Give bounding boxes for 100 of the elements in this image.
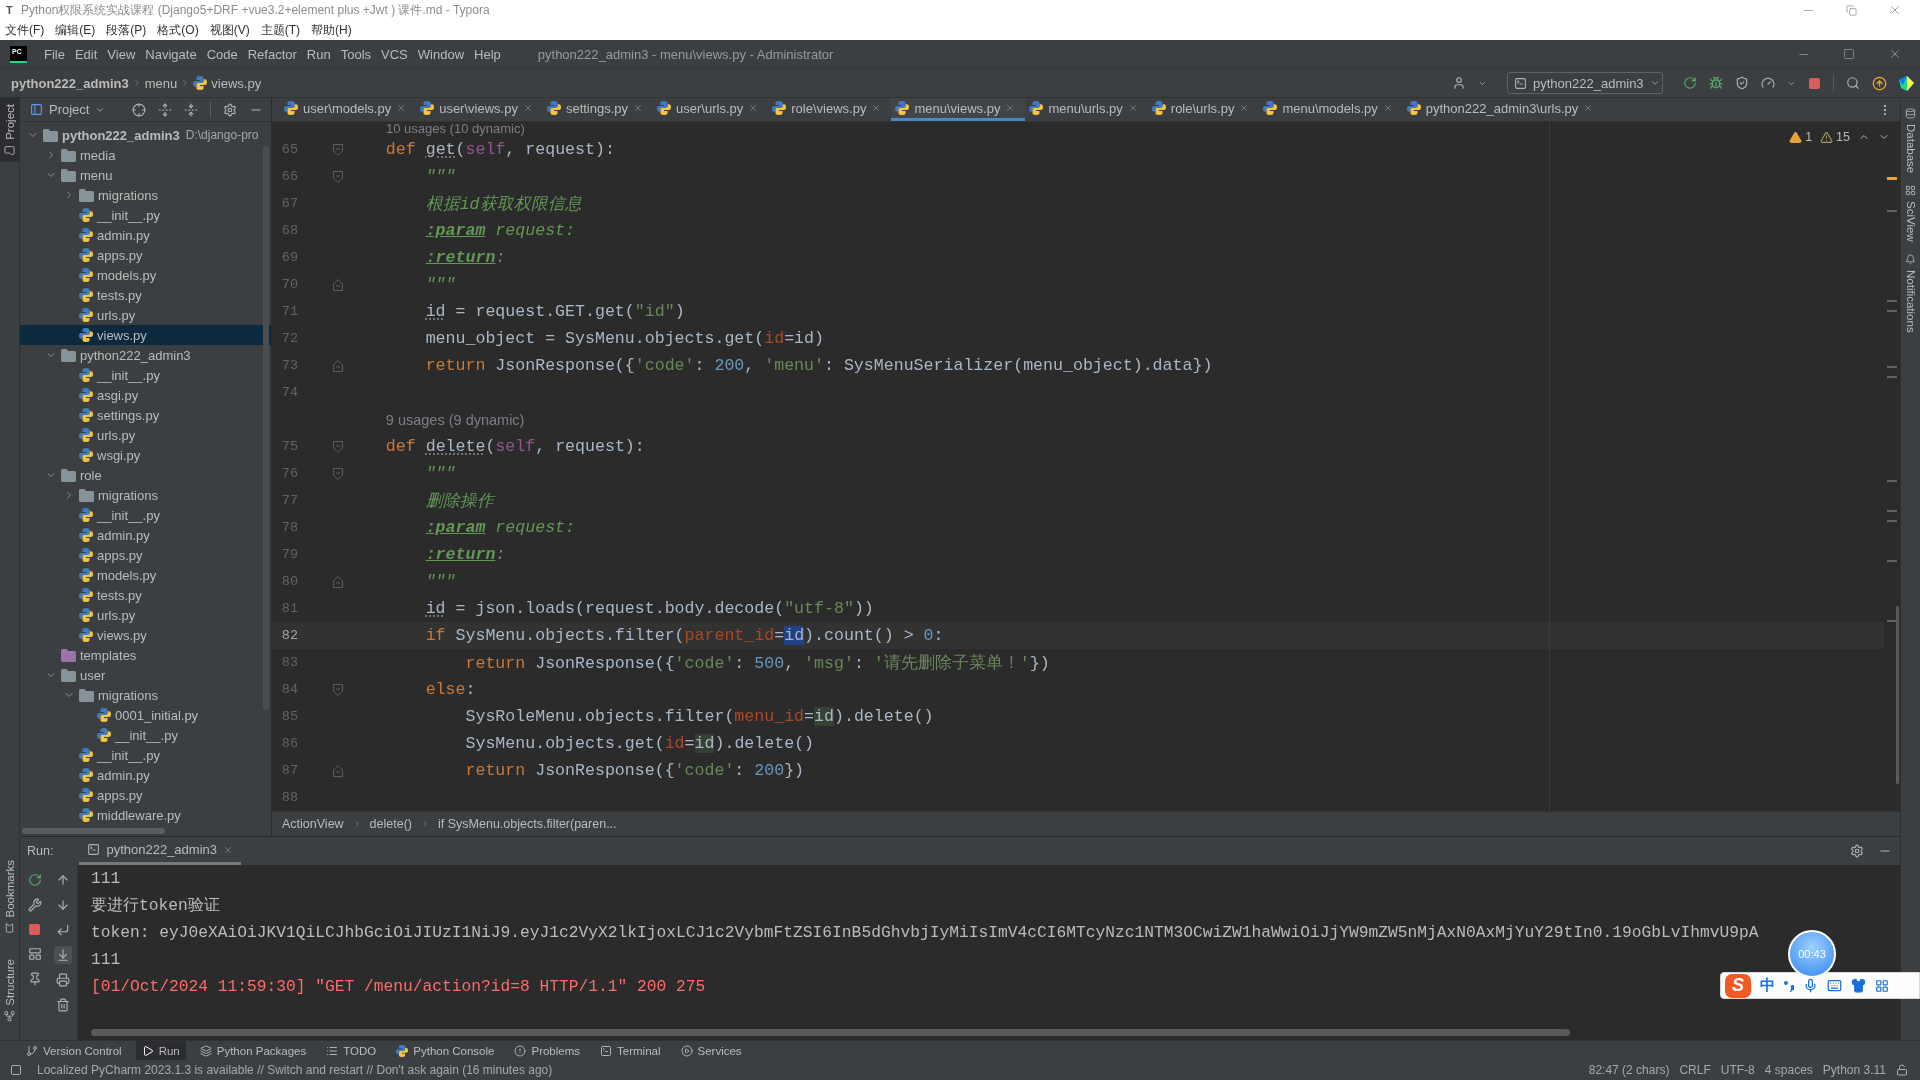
tree-item[interactable]: asgi.py bbox=[20, 385, 271, 405]
tool-tab[interactable]: Python Console bbox=[390, 1041, 501, 1060]
search-icon[interactable] bbox=[1846, 76, 1860, 90]
shirt-icon[interactable] bbox=[1851, 978, 1866, 993]
tree-item[interactable]: media bbox=[20, 145, 271, 165]
tree-item[interactable]: migrations bbox=[20, 485, 271, 505]
logo-icon[interactable] bbox=[1899, 75, 1914, 91]
fold-marker-icon[interactable] bbox=[333, 683, 343, 696]
tree-item[interactable]: migrations bbox=[20, 685, 271, 705]
close-icon[interactable] bbox=[871, 103, 882, 113]
settings-icon[interactable] bbox=[1850, 844, 1864, 858]
breadcrumb[interactable]: views.py bbox=[193, 75, 262, 91]
menubar-item[interactable]: 格式(O) bbox=[157, 21, 199, 39]
breadcrumb[interactable]: python222_admin3 bbox=[11, 75, 129, 91]
update-icon[interactable] bbox=[1872, 75, 1887, 91]
close-icon[interactable] bbox=[1239, 103, 1250, 113]
keyboard-icon[interactable] bbox=[1827, 978, 1842, 993]
tree-item[interactable]: views.py bbox=[20, 625, 271, 645]
arrow-down-icon[interactable] bbox=[56, 898, 70, 912]
fold-marker-icon[interactable] bbox=[333, 467, 343, 480]
tree-item[interactable]: settings.py bbox=[20, 405, 271, 425]
scroll-to-end-toggle[interactable] bbox=[54, 946, 72, 964]
menubar-item[interactable]: 段落(P) bbox=[106, 21, 147, 39]
editor-tab[interactable]: python222_admin3\urls.py bbox=[1402, 98, 1604, 121]
editor-tab[interactable]: menu\urls.py bbox=[1025, 98, 1148, 121]
tree-item[interactable]: views.py bbox=[20, 325, 271, 345]
close-icon[interactable] bbox=[396, 103, 407, 113]
editor-tab[interactable]: settings.py bbox=[542, 98, 654, 121]
status-widget[interactable]: Python 3.11 bbox=[1822, 1063, 1886, 1077]
tree-item[interactable]: tests.py bbox=[20, 285, 271, 305]
crosshair-icon[interactable] bbox=[132, 102, 146, 117]
tool-window-tab[interactable]: Project bbox=[0, 98, 19, 162]
shield-icon[interactable] bbox=[1735, 76, 1749, 90]
warning-count[interactable]: 15 bbox=[1820, 130, 1850, 144]
menubar-item[interactable]: Code bbox=[206, 46, 238, 62]
tree-item[interactable]: models.py bbox=[20, 565, 271, 585]
stop-icon[interactable] bbox=[28, 923, 41, 936]
tool-tab[interactable]: Run bbox=[135, 1041, 186, 1060]
tree-item[interactable]: python222_admin3 bbox=[20, 345, 271, 365]
input-mode-toggle[interactable]: 中 bbox=[1760, 976, 1775, 995]
tree-item[interactable]: apps.py bbox=[20, 545, 271, 565]
menubar-item[interactable]: VCS bbox=[381, 46, 408, 62]
tree-item[interactable]: tests.py bbox=[20, 585, 271, 605]
fold-marker-icon[interactable] bbox=[333, 143, 343, 156]
wrench-icon[interactable] bbox=[27, 898, 42, 912]
close-icon[interactable] bbox=[522, 103, 533, 113]
tool-tab[interactable]: Problems bbox=[508, 1041, 587, 1060]
menubar-item[interactable]: 文件(F) bbox=[5, 21, 45, 39]
tree-item[interactable]: middleware.py bbox=[20, 805, 271, 825]
tree-item[interactable]: admin.py bbox=[20, 225, 271, 245]
close-icon[interactable] bbox=[223, 844, 233, 855]
expand-icon[interactable] bbox=[158, 102, 172, 117]
tree-item[interactable]: 0001_initial.py bbox=[20, 705, 271, 725]
ime-logo[interactable]: S bbox=[1725, 973, 1751, 998]
tree-item[interactable]: urls.py bbox=[20, 305, 271, 325]
tree-item[interactable]: __init__.py bbox=[20, 365, 271, 385]
tool-tab[interactable]: Services bbox=[674, 1041, 748, 1060]
editor-tab[interactable]: menu\views.py bbox=[891, 98, 1026, 121]
tree-item[interactable]: urls.py bbox=[20, 605, 271, 625]
menubar-item[interactable]: Window bbox=[417, 46, 465, 62]
tree-item[interactable]: admin.py bbox=[20, 765, 271, 785]
scrollbar-thumb[interactable] bbox=[263, 146, 269, 710]
tool-window-tab[interactable]: Notifications bbox=[1901, 247, 1920, 339]
tool-tab[interactable]: Version Control bbox=[20, 1041, 128, 1060]
stop-icon[interactable] bbox=[1808, 76, 1821, 90]
fold-marker-icon[interactable] bbox=[333, 440, 343, 453]
status-widget[interactable]: CRLF bbox=[1679, 1063, 1711, 1077]
tree-item[interactable]: python222_admin3 D:\django-pro bbox=[20, 125, 271, 145]
close-icon[interactable] bbox=[633, 103, 644, 113]
run-config-dropdown[interactable]: python222_admin3 bbox=[1507, 72, 1663, 94]
menubar-item[interactable]: Edit bbox=[74, 46, 98, 62]
menubar-item[interactable]: 视图(V) bbox=[209, 21, 250, 39]
tool-tab[interactable]: TODO bbox=[320, 1041, 383, 1060]
tree-item[interactable]: menu bbox=[20, 165, 271, 185]
tree-item[interactable]: models.py bbox=[20, 265, 271, 285]
maximize-icon[interactable] bbox=[1843, 48, 1855, 60]
tool-tab[interactable]: Python Packages bbox=[193, 1041, 313, 1060]
tree-item[interactable]: apps.py bbox=[20, 245, 271, 265]
rerun-icon[interactable] bbox=[27, 873, 42, 887]
editor-tab[interactable]: user\views.py bbox=[416, 98, 543, 121]
tree-item[interactable]: admin.py bbox=[20, 525, 271, 545]
usages-hint[interactable]: 9 usages (9 dynamic) bbox=[385, 411, 525, 428]
fold-marker-icon[interactable] bbox=[333, 278, 343, 291]
tree-item[interactable]: templates bbox=[20, 645, 271, 665]
tree-item[interactable]: __init__.py bbox=[20, 745, 271, 765]
menubar-item[interactable]: View bbox=[107, 46, 136, 62]
editor-tab[interactable]: menu\models.py bbox=[1259, 98, 1403, 121]
breadcrumb[interactable]: delete() bbox=[369, 817, 412, 831]
editor-tab[interactable]: role\views.py bbox=[768, 98, 892, 121]
microphone-icon[interactable] bbox=[1803, 978, 1818, 993]
editor-tab[interactable]: user\models.py bbox=[280, 98, 417, 121]
scrollbar-thumb[interactable] bbox=[91, 1029, 1570, 1036]
close-icon[interactable] bbox=[1888, 47, 1902, 61]
trash-icon[interactable] bbox=[56, 998, 70, 1012]
tree-item[interactable]: migrations bbox=[20, 185, 271, 205]
tool-window-tab[interactable]: Database bbox=[1901, 102, 1920, 180]
restore-icon[interactable] bbox=[1846, 4, 1857, 16]
close-icon[interactable] bbox=[1583, 103, 1594, 113]
usages-hint[interactable]: 10 usages (10 dynamic) bbox=[386, 122, 525, 136]
gauge-icon[interactable] bbox=[1761, 76, 1775, 90]
